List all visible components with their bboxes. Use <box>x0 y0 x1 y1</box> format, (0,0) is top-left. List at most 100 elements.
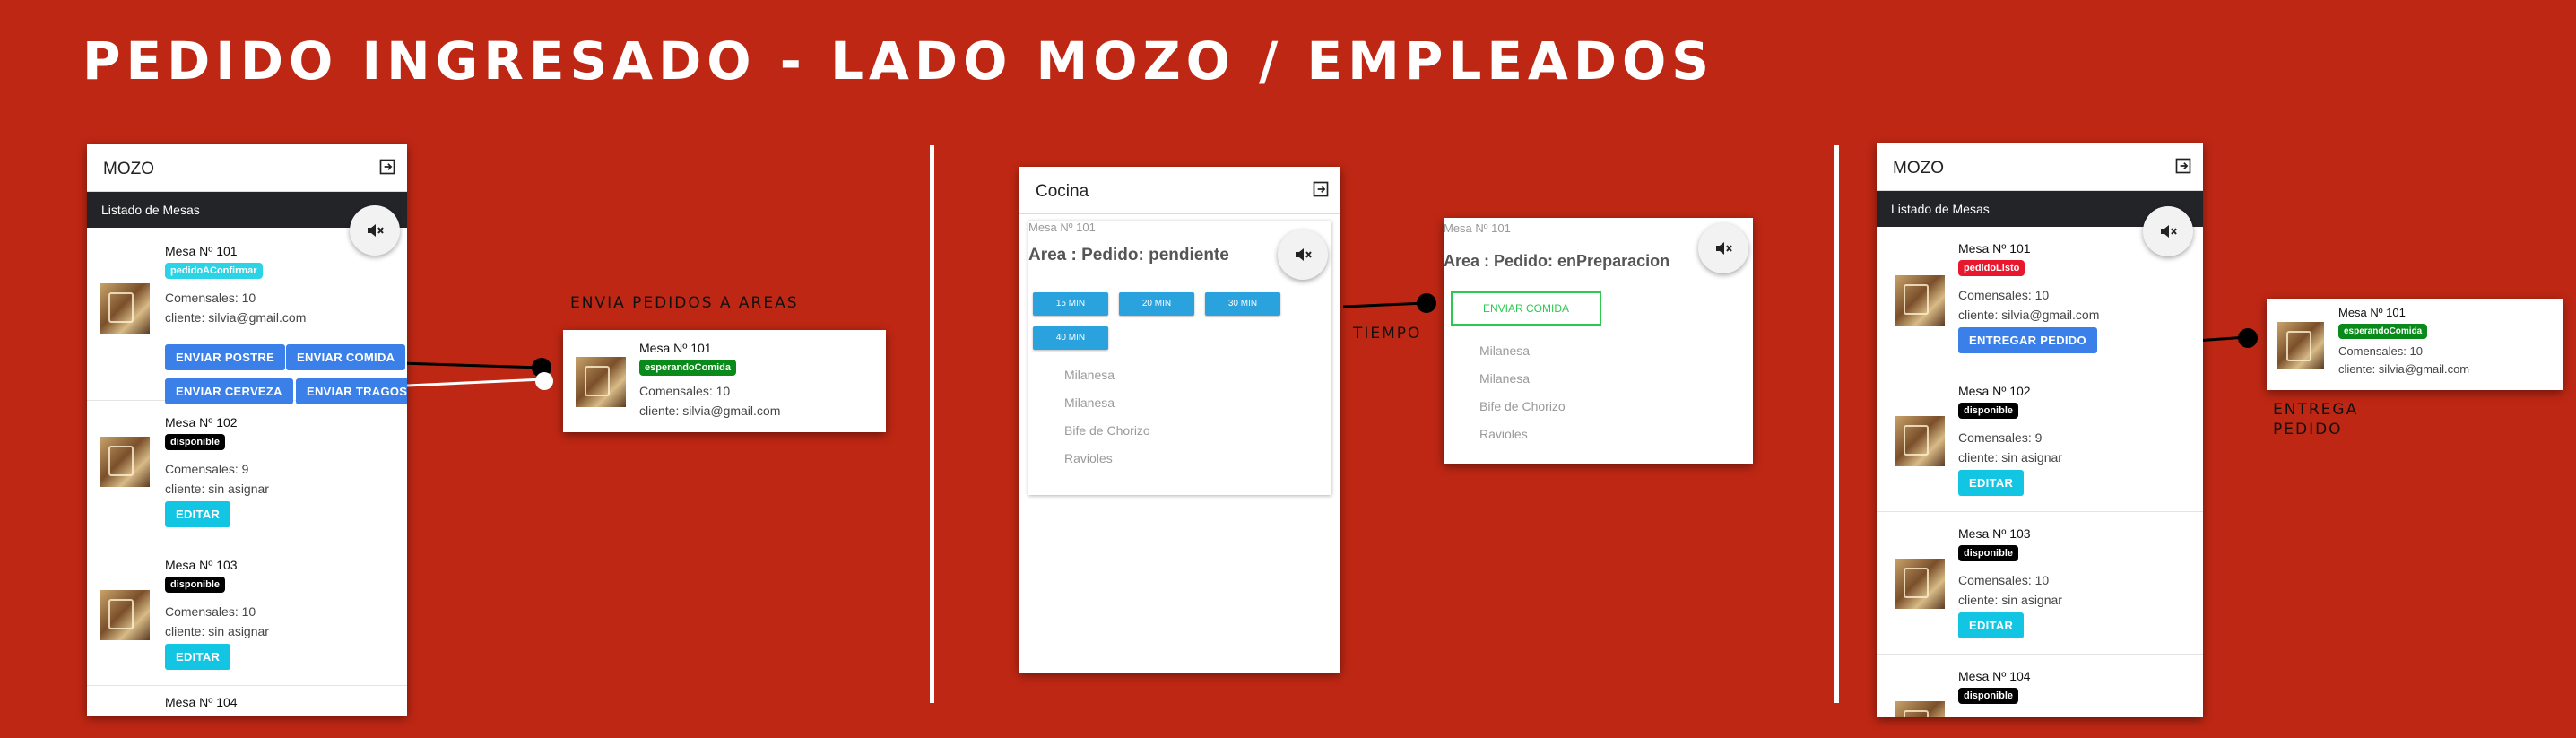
time-40-button[interactable]: 40 MIN <box>1033 326 1108 350</box>
volume-off-icon <box>1296 248 1312 261</box>
diners-count: Comensales: 10 <box>165 291 256 305</box>
client-email: cliente: silvia@gmail.com <box>1958 308 2100 322</box>
status-badge: pedidoAConfirmar <box>165 263 263 279</box>
connector-dot <box>535 372 553 390</box>
send-food-button[interactable]: ENVIAR COMIDA <box>286 344 406 370</box>
table-row: Mesa Nº 101 pedidoListo Comensales: 10 cl… <box>1877 227 2203 369</box>
table-number: Mesa Nº 101 <box>2338 306 2406 319</box>
kitchen-order-card: Mesa Nº 101 Area : Pedido: pendiente 15 … <box>1028 221 1331 495</box>
food-item: Milanesa <box>1064 395 1115 410</box>
status-badge: disponible <box>165 434 225 450</box>
table-thumbnail <box>1895 701 1945 717</box>
table-thumbnail <box>576 357 626 407</box>
header-title: MOZO <box>1893 159 1944 178</box>
edit-button[interactable]: EDITAR <box>165 644 231 670</box>
table-thumbnail <box>100 437 150 487</box>
header-title: MOZO <box>103 160 154 178</box>
section-divider <box>930 145 934 703</box>
table-number: Mesa Nº 101 <box>639 341 712 355</box>
send-dessert-button[interactable]: ENVIAR POSTRE <box>165 344 286 370</box>
volume-off-icon <box>1716 242 1732 255</box>
client-email: cliente: sin asignar <box>165 482 269 496</box>
client-email: cliente: sin asignar <box>165 624 269 638</box>
table-number: Mesa Nº 101 <box>1958 241 2031 256</box>
app-header: Cocina <box>1019 167 1340 214</box>
mute-button[interactable] <box>1278 230 1328 280</box>
edit-button[interactable]: EDITAR <box>1958 612 2025 638</box>
table-row: Mesa Nº 104 disponible <box>1877 655 2203 717</box>
client-email: cliente: sin asignar <box>1958 450 2062 465</box>
page-title: PEDIDO INGRESADO - LADO MOZO / EMPLEADOS <box>82 30 1715 91</box>
mozo-screen-1: MOZO Listado de Mesas Mesa Nº 101 pedido… <box>87 144 407 716</box>
table-number: Mesa Nº 102 <box>1958 384 2031 398</box>
diners-count: Comensales: 9 <box>165 462 249 476</box>
deliver-order-button[interactable]: ENTREGAR PEDIDO <box>1958 327 2097 353</box>
status-badge: esperandoComida <box>639 360 736 376</box>
status-badge: disponible <box>1958 688 2018 704</box>
table-row: Mesa Nº 104 <box>87 686 407 716</box>
diners-count: Comensales: 10 <box>639 384 731 398</box>
connector-line <box>1342 301 1427 308</box>
logout-icon[interactable] <box>2174 157 2192 175</box>
client-email: cliente: silvia@gmail.com <box>2338 362 2470 376</box>
status-badge: disponible <box>165 577 225 593</box>
table-thumbnail <box>1895 275 1945 326</box>
app-header: MOZO <box>87 144 407 192</box>
table-thumbnail <box>1895 416 1945 466</box>
order-card-waiting: Mesa Nº 101 esperandoComida Comensales: … <box>563 330 886 432</box>
diners-count: Comensales: 9 <box>1958 430 2043 445</box>
food-item: Milanesa <box>1064 368 1115 382</box>
time-15-button[interactable]: 15 MIN <box>1033 292 1108 316</box>
flow-label-deliver: PEDIDO <box>2273 421 2343 438</box>
food-item: Milanesa <box>1479 343 1531 358</box>
logout-icon[interactable] <box>1312 180 1330 198</box>
flow-label-send: ENVIA PEDIDOS A AREAS <box>570 294 799 312</box>
table-number: Mesa Nº 101 <box>165 244 238 258</box>
diners-count: Comensales: 10 <box>1958 573 2050 587</box>
flow-label-time: TIEMPO <box>1353 325 1422 343</box>
table-number: Mesa Nº 103 <box>1958 526 2031 541</box>
send-food-button[interactable]: ENVIAR COMIDA <box>1451 291 1601 326</box>
table-number: Mesa Nº 101 <box>1444 221 1511 235</box>
kitchen-card-preparing: Mesa Nº 101 Area : Pedido: enPreparacion… <box>1444 218 1753 464</box>
food-item: Bife de Chorizo <box>1479 399 1566 413</box>
order-area-status: Area : Pedido: enPreparacion <box>1444 252 1670 270</box>
edit-button[interactable]: EDITAR <box>165 501 231 527</box>
edit-button[interactable]: EDITAR <box>1958 470 2025 496</box>
table-thumbnail <box>2277 322 2324 369</box>
mute-button[interactable] <box>1698 223 1748 273</box>
diners-count: Comensales: 10 <box>2338 344 2423 358</box>
food-item: Bife de Chorizo <box>1064 423 1150 438</box>
connector-dot <box>1417 293 1436 313</box>
table-thumbnail <box>100 590 150 640</box>
mozo-screen-2: MOZO Listado de Mesas Mesa Nº 101 pedido… <box>1877 143 2203 717</box>
logout-icon[interactable] <box>378 158 396 176</box>
table-number: Mesa Nº 101 <box>1028 221 1096 234</box>
table-number: Mesa Nº 104 <box>165 695 238 709</box>
flow-label-deliver: ENTREGA <box>2273 401 2359 419</box>
kitchen-screen: Cocina Mesa Nº 101 Area : Pedido: pendie… <box>1019 167 1340 673</box>
client-email: cliente: sin asignar <box>1958 593 2062 607</box>
time-20-button[interactable]: 20 MIN <box>1119 292 1194 316</box>
header-title: Cocina <box>1036 182 1089 201</box>
order-area-status: Area : Pedido: pendiente <box>1028 246 1229 265</box>
connector-dot <box>2238 328 2258 348</box>
time-30-button[interactable]: 30 MIN <box>1205 292 1280 316</box>
order-card-delivery: Mesa Nº 101 esperandoComida Comensales: … <box>2267 299 2563 390</box>
table-row: Mesa Nº 101 pedidoAConfirmar Comensales:… <box>87 228 407 404</box>
app-header: MOZO <box>1877 143 2203 191</box>
table-row: Mesa Nº 102 disponible Comensales: 9 clie… <box>87 401 407 543</box>
food-item: Milanesa <box>1479 371 1531 386</box>
table-number: Mesa Nº 104 <box>1958 669 2031 683</box>
status-badge: pedidoListo <box>1958 260 2025 276</box>
diners-count: Comensales: 10 <box>1958 288 2050 302</box>
status-badge: esperandoComida <box>2338 324 2428 339</box>
status-badge: disponible <box>1958 545 2018 561</box>
table-thumbnail <box>1895 559 1945 609</box>
table-row: Mesa Nº 103 disponible Comensales: 10 cli… <box>1877 512 2203 655</box>
food-item: Ravioles <box>1064 451 1113 465</box>
table-number: Mesa Nº 102 <box>165 415 238 430</box>
table-row: Mesa Nº 103 disponible Comensales: 10 cli… <box>87 543 407 686</box>
table-number: Mesa Nº 103 <box>165 558 238 572</box>
client-email: cliente: silvia@gmail.com <box>639 404 781 418</box>
